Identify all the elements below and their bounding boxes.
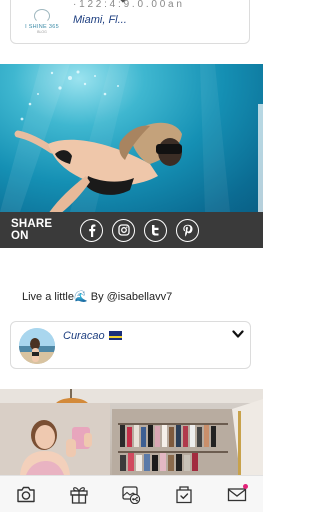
avatar[interactable] — [19, 328, 55, 364]
location-label: Curacao — [63, 330, 105, 342]
wave-emoji: 🌊 — [73, 291, 88, 303]
previous-post-card[interactable]: I SHINE 365 BLOG · 1 2 2 : 4 : 9 . 0 . 0… — [10, 0, 250, 44]
bottom-nav — [0, 475, 263, 512]
brand-logo: I SHINE 365 BLOG — [19, 9, 65, 39]
facebook-icon[interactable] — [80, 218, 103, 242]
pinterest-icon[interactable] — [176, 218, 199, 242]
camera-icon[interactable] — [11, 479, 41, 509]
instagram-icon[interactable] — [112, 218, 135, 242]
caption-author[interactable]: By @isabellavv7 — [88, 291, 173, 303]
share-bar: SHARE ON — [0, 212, 263, 248]
closet-illustration — [0, 389, 263, 475]
curacao-flag-icon — [108, 331, 122, 340]
image-share-icon[interactable] — [116, 479, 146, 509]
location-name[interactable]: Curacao — [63, 330, 122, 342]
post-photo-underwater[interactable] — [0, 64, 263, 212]
post-header-card[interactable]: Curacao — [10, 321, 251, 369]
notification-dot — [242, 484, 248, 489]
caption-text: Live a little — [22, 291, 74, 303]
swimmer-illustration — [0, 64, 263, 212]
bag-check-icon[interactable] — [169, 479, 199, 509]
post-photo-closet[interactable] — [0, 389, 263, 475]
gift-icon[interactable] — [64, 479, 94, 509]
cut-off-text: · 1 2 2 : 4 : 9 . 0 . 0 0 a n — [73, 0, 182, 10]
post-caption: Live a little🌊 By @isabellavv7 — [22, 290, 172, 303]
chevron-down-icon[interactable] — [232, 326, 244, 344]
mail-icon[interactable] — [222, 479, 252, 509]
twitter-icon[interactable] — [144, 218, 167, 242]
logo-mark-icon — [34, 9, 50, 23]
logo-subtext: BLOG — [37, 30, 47, 34]
share-label: SHARE ON — [11, 218, 53, 242]
post-location[interactable]: Miami, Fl... — [73, 14, 127, 26]
